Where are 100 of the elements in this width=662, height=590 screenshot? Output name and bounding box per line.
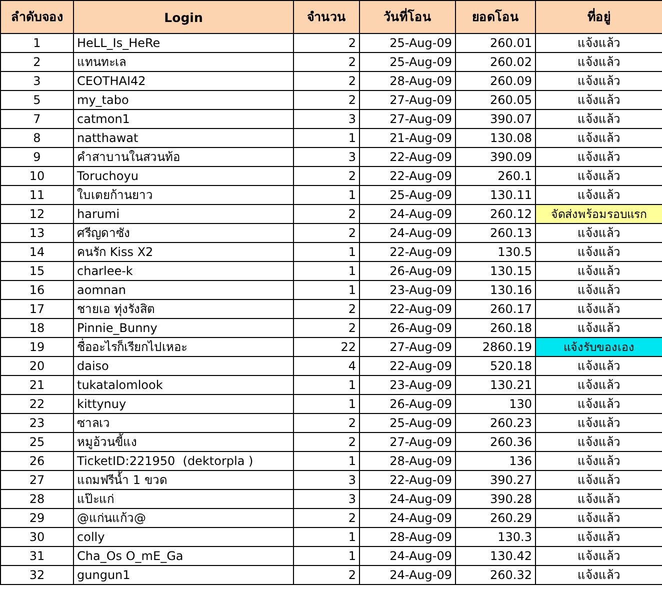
table-cell: 9	[0, 148, 74, 166]
table-cell: 2	[294, 52, 360, 72]
table-cell: 1	[294, 262, 360, 280]
table-cell: 130.3	[456, 528, 536, 546]
table-cell: 8	[0, 128, 74, 148]
table-cell: 2	[294, 204, 360, 224]
table-cell: 130.16	[456, 280, 536, 300]
table-cell: 1	[294, 528, 360, 546]
table-cell: Cha_Os O_mE_Ga	[74, 546, 294, 566]
table-cell: 22-Aug-09	[360, 166, 456, 186]
table-cell: ใบเตยก้านยาว	[74, 186, 294, 204]
table-cell: 25-Aug-09	[360, 186, 456, 204]
table-cell: 2	[294, 318, 360, 338]
table-cell: 25-Aug-09	[360, 52, 456, 72]
table-cell: 130	[456, 394, 536, 414]
table-cell: 130.21	[456, 376, 536, 394]
table-cell: 7	[0, 110, 74, 128]
table-cell: natthawat	[74, 128, 294, 148]
table-cell: Pinnie_Bunny	[74, 318, 294, 338]
table-cell: 130.5	[456, 242, 536, 262]
table-cell: 10	[0, 166, 74, 186]
table-cell: 12	[0, 204, 74, 224]
table-cell: 21	[0, 376, 74, 394]
table-cell: 3	[294, 470, 360, 490]
table-cell: 32	[0, 566, 74, 584]
table-cell: 28-Aug-09	[360, 72, 456, 90]
table-cell: 1	[294, 394, 360, 414]
table-cell: 260.1	[456, 166, 536, 186]
table-cell: แทนทะเล	[74, 52, 294, 72]
table-cell: catmon1	[74, 110, 294, 128]
table-cell: 24-Aug-09	[360, 508, 456, 528]
table-cell: 520.18	[456, 356, 536, 376]
table-cell: 28-Aug-09	[360, 452, 456, 470]
column-header: ยอดโอน	[456, 0, 536, 34]
table-cell: 260.02	[456, 52, 536, 72]
table-cell: 260.36	[456, 432, 536, 452]
table-cell: 390.09	[456, 148, 536, 166]
table-cell: 260.23	[456, 414, 536, 432]
table-cell: 130.08	[456, 128, 536, 148]
table-cell: 28-Aug-09	[360, 528, 456, 546]
table-cell: 26-Aug-09	[360, 318, 456, 338]
table-cell: @แก่นแก้ว@	[74, 508, 294, 528]
table-cell: 390.28	[456, 490, 536, 508]
table-cell: 2	[294, 90, 360, 110]
column-header: ลำดับจอง	[0, 0, 74, 34]
table-cell: 3	[294, 148, 360, 166]
table-cell: 24-Aug-09	[360, 490, 456, 508]
table-cell: 1	[294, 186, 360, 204]
table-cell: tukatalomlook	[74, 376, 294, 394]
table-cell: ชื่ออะไรก็เรียกไปเหอะ	[74, 338, 294, 356]
column-header: จำนวน	[294, 0, 360, 34]
table-cell: 260.32	[456, 566, 536, 584]
table-cell: daiso	[74, 356, 294, 376]
table-cell: 260.09	[456, 72, 536, 90]
table-cell: 29	[0, 508, 74, 528]
table-cell: 1	[0, 34, 74, 52]
table-cell: 2	[294, 432, 360, 452]
table-cell: 14	[0, 242, 74, 262]
table-cell: 26	[0, 452, 74, 470]
table-cell: 3	[0, 72, 74, 90]
table-cell: 390.27	[456, 470, 536, 490]
table-cell: 26-Aug-09	[360, 394, 456, 414]
table-cell: 130.15	[456, 262, 536, 280]
table-cell: 260.17	[456, 300, 536, 318]
table-cell: 22-Aug-09	[360, 470, 456, 490]
table-cell: 1	[294, 546, 360, 566]
table-cell: 24-Aug-09	[360, 566, 456, 584]
table-cell: ศรีญดาซัง	[74, 224, 294, 242]
table-cell: 1	[294, 242, 360, 262]
table-cell: 16	[0, 280, 74, 300]
table-cell: 2	[294, 566, 360, 584]
table-cell: 1	[294, 376, 360, 394]
table-cell: คำสาบานในสวนท้อ	[74, 148, 294, 166]
table-cell: 260.29	[456, 508, 536, 528]
table-cell: 1	[294, 452, 360, 470]
table-cell: CEOTHAI42	[74, 72, 294, 90]
table-cell: 3	[294, 110, 360, 128]
column-header: วันที่โอน	[360, 0, 456, 34]
table-cell: 27-Aug-09	[360, 110, 456, 128]
table-cell: 22	[0, 394, 74, 414]
table-cell: 5	[0, 90, 74, 110]
table-cell: my_tabo	[74, 90, 294, 110]
table-cell: kittynuy	[74, 394, 294, 414]
column-header: Login	[74, 0, 294, 34]
table-cell: แป๊ะแก่	[74, 490, 294, 508]
table-cell: 2	[294, 34, 360, 52]
table-cell: 11	[0, 186, 74, 204]
table-cell: 136	[456, 452, 536, 470]
table-cell: 25	[0, 432, 74, 452]
table-cell: 28	[0, 490, 74, 508]
table-cell: แถมฟรีน้ำ 1 ขวด	[74, 470, 294, 490]
table-cell: 27	[0, 470, 74, 490]
table-cell: แจ้งรับของเอง	[536, 338, 662, 356]
table-cell: 22	[294, 338, 360, 356]
table-cell: 260.18	[456, 318, 536, 338]
table-cell: คนรัก Kiss X2	[74, 242, 294, 262]
table-cell: 22-Aug-09	[360, 356, 456, 376]
table-cell: 21-Aug-09	[360, 128, 456, 148]
table-cell: 3	[294, 490, 360, 508]
table-cell: 25-Aug-09	[360, 34, 456, 52]
